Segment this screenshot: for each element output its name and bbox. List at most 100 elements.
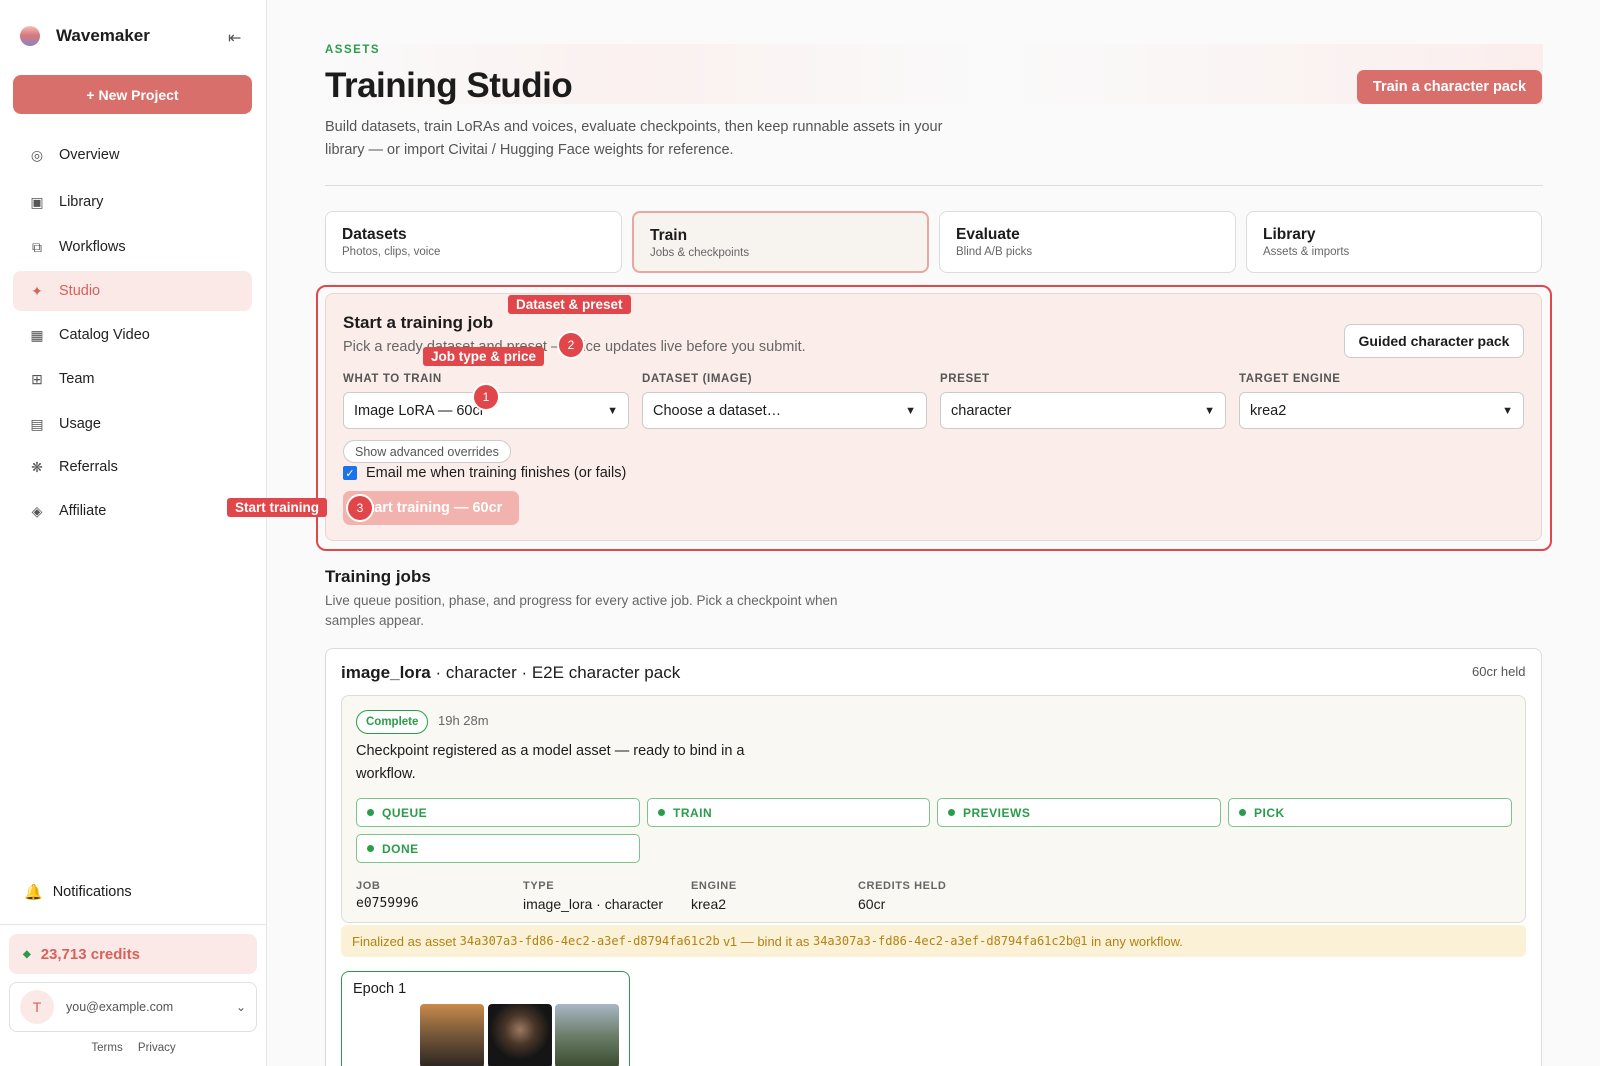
tab-title: Library (1263, 226, 1316, 243)
diamond-icon: ◈ (31, 502, 43, 519)
sample-thumbnail[interactable] (420, 1004, 484, 1066)
select-value: Choose a dataset… (653, 402, 782, 419)
status-message: Checkpoint registered as a model asset —… (356, 743, 745, 782)
meta-job-value: e0759996 (356, 896, 419, 911)
epoch-label: Epoch 1 (353, 981, 407, 997)
finalized-mid: v1 — bind it as (719, 933, 813, 949)
job-kind: image_lora (341, 663, 431, 682)
page-title: Training Studio (325, 66, 573, 105)
training-jobs-title: Training jobs (325, 567, 431, 586)
credits-label: 23,713 credits (40, 945, 140, 963)
header-divider (325, 185, 1543, 186)
tab-train[interactable]: Train Jobs & checkpoints (632, 211, 929, 273)
phase-train: TRAIN (647, 798, 930, 827)
finalized-prefix: Finalized as asset (352, 933, 460, 949)
privacy-link[interactable]: Privacy (138, 1042, 176, 1054)
credits-held: 60cr held (1472, 664, 1526, 679)
meta-type-label: TYPE (523, 880, 555, 892)
tab-datasets[interactable]: Datasets Photos, clips, voice (325, 211, 622, 273)
meta-job-label: JOB (356, 880, 381, 892)
collapse-sidebar-icon[interactable]: ⇤ (228, 28, 241, 48)
wavemaker-logo-icon (20, 26, 40, 46)
email-notify-label: Email me when training finishes (or fail… (366, 465, 627, 481)
sidebar-item-referrals[interactable]: ❋ Referrals (13, 447, 252, 487)
tab-evaluate[interactable]: Evaluate Blind A/B picks (939, 211, 1236, 273)
phase-dot-icon (367, 809, 374, 816)
copy-icon: ⧉ (32, 238, 42, 255)
credits-balance[interactable]: ◆ 23,713 credits (9, 934, 257, 974)
chevron-down-icon: ▼ (1204, 404, 1215, 417)
chevron-down-icon: ▼ (905, 404, 916, 417)
tab-subtitle: Jobs & checkpoints (650, 247, 750, 259)
tab-subtitle: Assets & imports (1263, 246, 1350, 258)
what-to-train-label: WHAT TO TRAIN (343, 373, 442, 385)
tab-subtitle: Photos, clips, voice (342, 246, 441, 258)
page-description: Build datasets, train LoRAs and voices, … (325, 119, 943, 158)
phase-pick: PICK (1228, 798, 1512, 827)
select-value: character (951, 402, 1012, 419)
sidebar-item-label: Studio (59, 283, 101, 299)
email-notify-checkbox-row[interactable]: ✓ Email me when training finishes (or fa… (343, 465, 626, 481)
elapsed-time: 19h 28m (438, 713, 489, 728)
sidebar-item-usage[interactable]: ▤ Usage (13, 404, 252, 444)
target-engine-select[interactable]: krea2 ▼ (1239, 392, 1524, 429)
sidebar-item-studio[interactable]: ✦ Studio (13, 271, 252, 311)
annotation-badge-2: 2 (557, 331, 585, 359)
phase-dot-icon (658, 809, 665, 816)
status-badge: Complete (356, 710, 429, 734)
phase-done: DONE (356, 834, 640, 863)
sparkle-icon: ✦ (31, 282, 43, 299)
phase-dot-icon (1239, 809, 1246, 816)
annotation-tag-start: Start training (227, 498, 328, 517)
meta-credits-value: 60cr (858, 896, 886, 912)
sidebar-divider (0, 924, 267, 925)
job-details: · character · E2E character pack (430, 663, 681, 682)
sidebar-item-label: Library (59, 194, 104, 210)
guided-character-pack-button[interactable]: Guided character pack (1344, 324, 1524, 358)
finalized-suffix: in any workflow. (1087, 933, 1183, 949)
phase-label: TRAIN (673, 805, 713, 820)
sidebar-item-affiliate[interactable]: ◈ Affiliate (13, 491, 252, 531)
circle-icon: ◎ (30, 146, 44, 163)
sidebar-item-overview[interactable]: ◎ Overview (13, 135, 252, 175)
notifications-link[interactable]: 🔔 Notifications (24, 883, 132, 901)
preset-label: PRESET (940, 373, 990, 385)
avatar: T (20, 990, 54, 1024)
new-project-button[interactable]: + New Project (13, 75, 252, 114)
preset-select[interactable]: character ▼ (940, 392, 1226, 429)
team-grid-icon: ⊞ (31, 370, 43, 387)
tab-title: Datasets (342, 226, 407, 243)
list-icon: ▤ (30, 415, 44, 432)
sidebar-item-workflows[interactable]: ⧉ Workflows (13, 227, 252, 267)
square-icon: ▣ (30, 193, 44, 210)
phase-label: PICK (1254, 805, 1285, 820)
credits-diamond-icon: ◆ (23, 948, 31, 960)
annotation-tag-dataset: Dataset & preset (508, 295, 631, 314)
section-eyebrow: ASSETS (325, 44, 381, 56)
dataset-select[interactable]: Choose a dataset… ▼ (642, 392, 927, 429)
sidebar-item-catalog-video[interactable]: ▦ Catalog Video (13, 315, 252, 355)
bell-icon: 🔔 (24, 884, 43, 901)
job-header: image_lora · character · E2E character p… (341, 663, 680, 683)
annotation-badge-3: 3 (346, 494, 374, 522)
train-character-pack-button[interactable]: Train a character pack (1357, 70, 1542, 104)
sample-thumbnail[interactable] (488, 1004, 552, 1066)
start-job-title: Start a training job (343, 313, 494, 332)
tab-library[interactable]: Library Assets & imports (1246, 211, 1542, 273)
brand[interactable]: Wavemaker (20, 26, 150, 46)
sample-thumbnail[interactable] (555, 1004, 619, 1066)
email-notify-checkbox[interactable]: ✓ (343, 466, 357, 480)
sidebar-item-label: Workflows (59, 239, 126, 255)
sidebar-item-team[interactable]: ⊞ Team (13, 359, 252, 399)
sidebar-item-label: Catalog Video (59, 327, 150, 343)
user-menu[interactable]: T you@example.com ⌄ (9, 982, 257, 1032)
legal-links: Terms Privacy (0, 1042, 267, 1054)
phase-label: DONE (382, 841, 419, 856)
app-name: Wavemaker (56, 26, 150, 45)
advanced-overrides-toggle[interactable]: Show advanced overrides (343, 440, 511, 463)
tab-title: Evaluate (956, 226, 1020, 243)
sidebar-item-library[interactable]: ▣ Library (13, 182, 252, 222)
dataset-label: DATASET (IMAGE) (642, 373, 753, 385)
phase-label: QUEUE (382, 805, 428, 820)
terms-link[interactable]: Terms (91, 1042, 122, 1054)
